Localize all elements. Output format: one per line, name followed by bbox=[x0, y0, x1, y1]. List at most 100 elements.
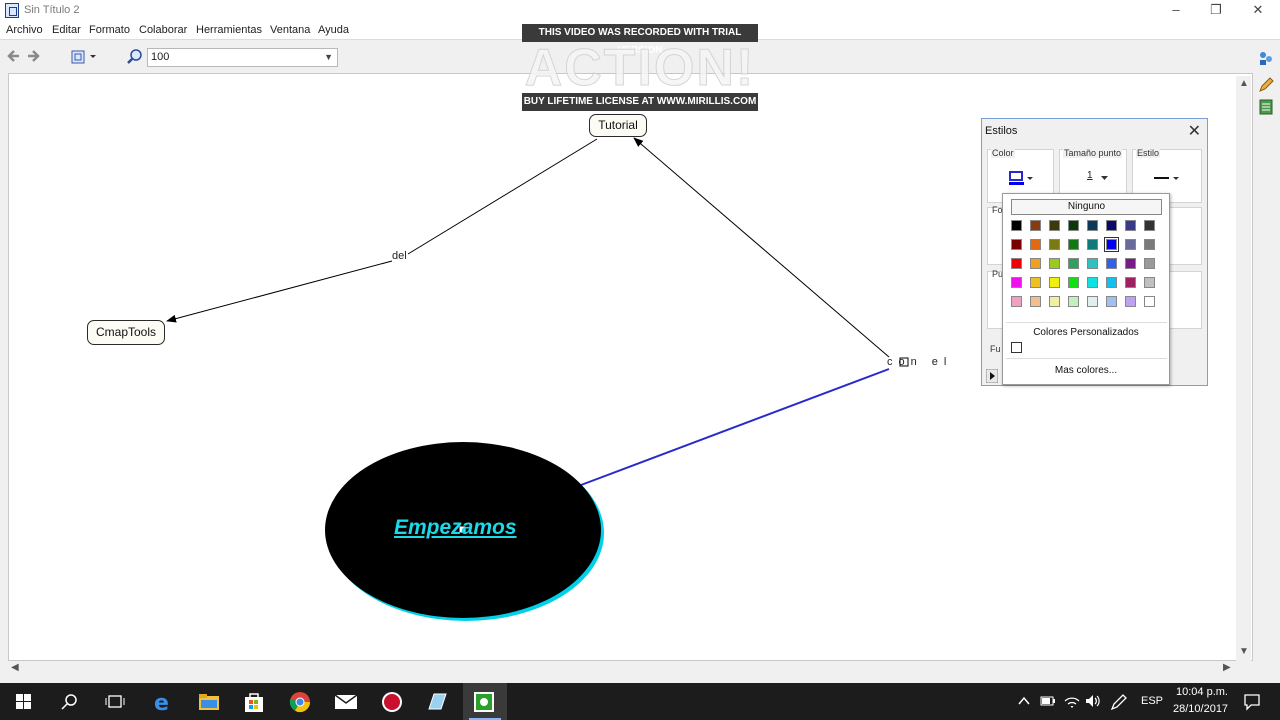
edge-browser-icon[interactable]: e bbox=[152, 691, 174, 713]
color-swatch[interactable] bbox=[1144, 258, 1155, 269]
color-swatch[interactable] bbox=[1087, 239, 1098, 250]
cmaptools-icon[interactable] bbox=[473, 691, 495, 713]
styles-panel-title: Estilos bbox=[985, 125, 1018, 137]
custom-colors-label: Colores Personalizados bbox=[1033, 327, 1139, 338]
color-swatch[interactable] bbox=[1030, 258, 1041, 269]
color-swatch[interactable] bbox=[1144, 277, 1155, 288]
color-swatch[interactable] bbox=[1125, 296, 1136, 307]
close-icon[interactable]: ✕ bbox=[1188, 121, 1201, 141]
clock-time[interactable]: 10:04 p.m. bbox=[1176, 686, 1228, 698]
notifications-icon[interactable] bbox=[1243, 693, 1261, 711]
color-swatch[interactable] bbox=[1011, 239, 1022, 250]
color-swatch[interactable] bbox=[1049, 239, 1060, 250]
color-swatch[interactable] bbox=[1068, 296, 1079, 307]
application-window: Sin Título 2 – ❐ ✕ Archivo Editar Format… bbox=[0, 0, 1280, 720]
color-swatch[interactable] bbox=[1106, 296, 1117, 307]
expand-arrow-icon[interactable] bbox=[986, 369, 998, 383]
watermark-bottom-text: BUY LIFETIME LICENSE AT WWW.MIRILLIS.COM bbox=[522, 93, 758, 111]
divider bbox=[1006, 322, 1167, 323]
line-style-button[interactable] bbox=[1153, 172, 1183, 184]
scroll-right-icon[interactable]: ▶ bbox=[1223, 662, 1231, 673]
wifi-icon[interactable] bbox=[1064, 693, 1080, 709]
point-size-group-label: Tamaño punto bbox=[1063, 148, 1123, 158]
color-swatch[interactable] bbox=[1087, 220, 1098, 231]
color-swatch[interactable] bbox=[1087, 258, 1098, 269]
color-swatch[interactable] bbox=[1030, 296, 1041, 307]
recording-watermark: THIS VIDEO WAS RECORDED WITH TRIAL VERSI… bbox=[522, 24, 758, 111]
horizontal-scrollbar[interactable]: ◀ ▶ bbox=[8, 661, 1253, 676]
scroll-up-icon[interactable]: ▲ bbox=[1239, 78, 1249, 89]
color-swatch[interactable] bbox=[1068, 277, 1079, 288]
battery-icon[interactable] bbox=[1040, 696, 1056, 706]
search-icon[interactable] bbox=[61, 693, 79, 711]
oval-concept-label: Empezamos bbox=[394, 516, 517, 539]
link-line-del-cmaptools[interactable] bbox=[166, 260, 393, 323]
scroll-down-icon[interactable]: ▼ bbox=[1239, 646, 1249, 657]
color-swatch[interactable] bbox=[1049, 277, 1060, 288]
color-swatch[interactable] bbox=[1144, 220, 1155, 231]
color-swatch[interactable] bbox=[1125, 220, 1136, 231]
chrome-icon[interactable] bbox=[289, 691, 311, 713]
concept-cmaptools[interactable]: CmapTools bbox=[87, 320, 165, 345]
color-picker-button[interactable] bbox=[1008, 170, 1036, 186]
link-label-del[interactable]: del bbox=[392, 250, 407, 262]
color-swatch[interactable] bbox=[1049, 258, 1060, 269]
point-size-value[interactable]: 1 bbox=[1087, 170, 1093, 181]
volume-icon[interactable] bbox=[1084, 693, 1102, 709]
link-line-conel-tutorial[interactable] bbox=[633, 137, 890, 358]
color-swatch[interactable] bbox=[1104, 237, 1119, 252]
link-label-con-el[interactable]: con el bbox=[887, 356, 952, 368]
color-swatch[interactable] bbox=[1106, 277, 1117, 288]
fill-group-label: Fu bbox=[990, 344, 1001, 354]
color-swatch[interactable] bbox=[1030, 220, 1041, 231]
color-swatch[interactable] bbox=[1011, 296, 1022, 307]
concept-label: CmapTools bbox=[95, 325, 157, 339]
link-line-tutorial-del[interactable] bbox=[407, 138, 598, 255]
color-swatch[interactable] bbox=[1144, 296, 1155, 307]
font-group-label: Fo bbox=[992, 205, 1003, 215]
task-view-icon[interactable] bbox=[105, 694, 125, 710]
mail-icon[interactable] bbox=[334, 693, 358, 711]
color-swatch[interactable] bbox=[1125, 239, 1136, 250]
scroll-left-icon[interactable]: ◀ bbox=[11, 662, 19, 673]
language-indicator[interactable]: ESP bbox=[1141, 683, 1163, 720]
color-swatch[interactable] bbox=[1125, 258, 1136, 269]
color-swatch[interactable] bbox=[1030, 277, 1041, 288]
concept-tutorial[interactable]: Tutorial bbox=[589, 114, 647, 137]
windows-start-icon[interactable] bbox=[16, 694, 32, 710]
taskbar: e ESP 10:04 p.m. 28/10/2017 bbox=[0, 683, 1280, 720]
svg-text:e: e bbox=[154, 691, 169, 713]
color-swatch[interactable] bbox=[1011, 220, 1022, 231]
color-swatch[interactable] bbox=[1087, 277, 1098, 288]
color-swatch[interactable] bbox=[1011, 258, 1022, 269]
color-swatch[interactable] bbox=[1106, 220, 1117, 231]
color-swatch[interactable] bbox=[1011, 277, 1022, 288]
none-color-button[interactable]: Ninguno bbox=[1011, 199, 1162, 215]
chevron-up-icon[interactable] bbox=[1018, 696, 1030, 706]
line-style-group-label: Estilo bbox=[1136, 148, 1161, 158]
color-swatch[interactable] bbox=[1068, 220, 1079, 231]
file-explorer-icon[interactable] bbox=[198, 692, 220, 712]
color-swatch[interactable] bbox=[1125, 277, 1136, 288]
store-icon[interactable] bbox=[243, 691, 265, 713]
link-line-empezamos-conel[interactable] bbox=[580, 368, 890, 486]
color-swatch[interactable] bbox=[1144, 239, 1155, 250]
color-swatch[interactable] bbox=[1049, 220, 1060, 231]
color-swatch[interactable] bbox=[1030, 239, 1041, 250]
notes-icon[interactable] bbox=[426, 691, 448, 713]
color-swatch[interactable] bbox=[1068, 239, 1079, 250]
pen-icon[interactable] bbox=[1110, 693, 1128, 711]
watermark-logo: ACTION! bbox=[524, 39, 756, 97]
chevron-down-icon[interactable] bbox=[1100, 174, 1110, 182]
color-swatch[interactable] bbox=[1087, 296, 1098, 307]
vertical-scrollbar[interactable]: ▲ ▼ bbox=[1236, 76, 1251, 661]
more-colors-button[interactable]: Mas colores... bbox=[1003, 365, 1169, 376]
color-swatch[interactable] bbox=[1106, 258, 1117, 269]
color-swatch[interactable] bbox=[1049, 296, 1060, 307]
color-picker-popup: Ninguno Colores Personalizados Mas color… bbox=[1002, 193, 1170, 385]
custom-color-swatch[interactable] bbox=[1011, 342, 1022, 353]
color-swatch[interactable] bbox=[1068, 258, 1079, 269]
concept-label: Tutorial bbox=[598, 118, 638, 132]
recorder-icon[interactable] bbox=[381, 691, 403, 713]
clock-date[interactable]: 28/10/2017 bbox=[1173, 703, 1228, 715]
